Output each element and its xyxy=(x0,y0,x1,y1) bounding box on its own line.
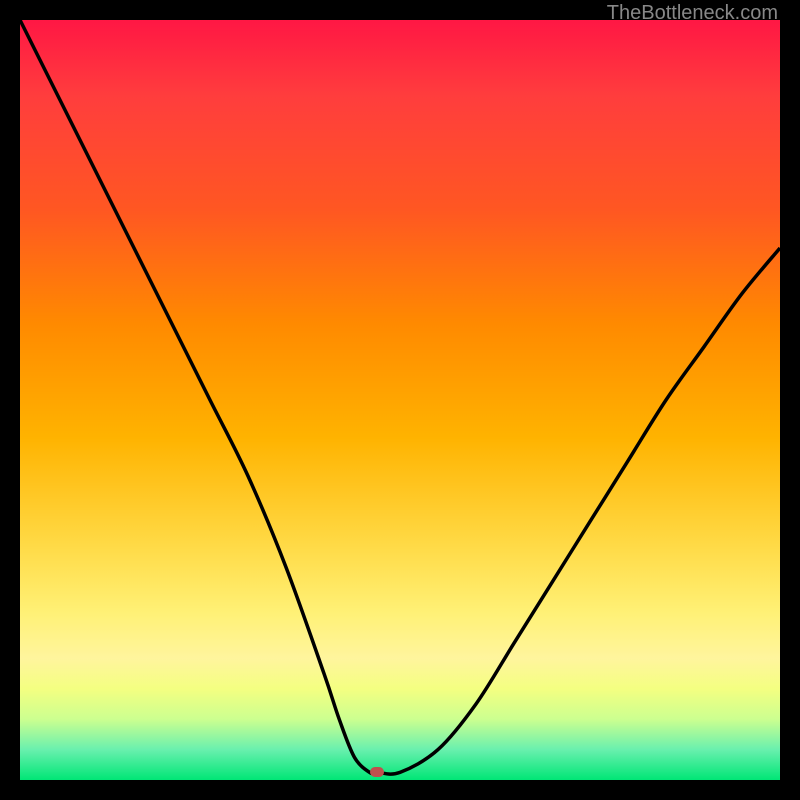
curve-svg xyxy=(20,20,780,780)
optimal-point-marker xyxy=(370,767,384,777)
chart-container: TheBottleneck.com xyxy=(0,0,800,800)
plot-area xyxy=(20,20,780,780)
bottleneck-curve xyxy=(20,20,780,774)
watermark-text: TheBottleneck.com xyxy=(607,2,778,25)
